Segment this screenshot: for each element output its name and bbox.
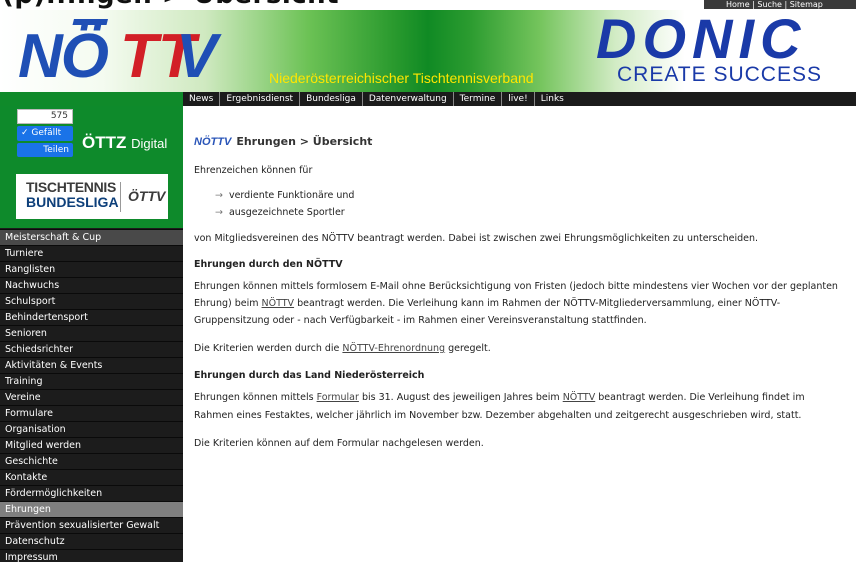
nottv-logo[interactable]: NÖ TT V — [16, 19, 226, 83]
arrow-icon: → — [215, 190, 223, 201]
paragraph-3: Die Kriterien werden durch die NÖTTV-Ehr… — [194, 340, 491, 357]
bundesliga-banner-line1: TISCHTENNIS — [26, 179, 117, 195]
sidebar-item-vereine[interactable]: Vereine — [0, 389, 183, 405]
sidebar-item-schulsport[interactable]: Schulsport — [0, 293, 183, 309]
main-content: NÖTTV Ehrungen > Übersicht Ehrenzeichen … — [194, 106, 856, 562]
nav-item-termine[interactable]: Termine — [454, 92, 503, 106]
ehrenordnung-link[interactable]: NÖTTV-Ehrenordnung — [342, 343, 445, 354]
list-item: → verdiente Funktionäre und — [215, 190, 354, 201]
ottz-digital-label: Digital — [131, 136, 168, 151]
bundesliga-banner-divider — [120, 182, 121, 212]
sidebar-item-training[interactable]: Training — [0, 373, 183, 389]
sidebar-menu: Meisterschaft & Cup Turniere Ranglisten … — [0, 229, 183, 562]
sidebar-item-praevention[interactable]: Prävention sexualisierter Gewalt — [0, 517, 183, 533]
header-banner: NÖ TT V Niederösterreichischer Tischtenn… — [0, 10, 856, 92]
paragraph-1: von Mitgliedsvereinen des NÖTTV beantrag… — [194, 233, 759, 244]
tischtennis-bundesliga-banner[interactable]: TISCHTENNIS BUNDESLIGA ÖTTV — [16, 174, 168, 219]
sidebar-item-nachwuchs[interactable]: Nachwuchs — [0, 277, 183, 293]
sidebar-item-impressum[interactable]: Impressum — [0, 549, 183, 562]
sidebar-item-aktivitaeten[interactable]: Aktivitäten & Events — [0, 357, 183, 373]
ottz-label: ÖTTZ — [82, 133, 127, 152]
nav-left-block — [0, 92, 183, 106]
nav-list: News Ergebnisdienst Bundesliga Datenverw… — [183, 92, 570, 106]
noettv-link[interactable]: NÖTTV — [563, 392, 596, 403]
sidebar-item-geschichte[interactable]: Geschichte — [0, 453, 183, 469]
title-logo: NÖTTV — [194, 136, 232, 148]
oettv-mini-logo: ÖTTV — [128, 188, 166, 204]
sidebar-item-kontakte[interactable]: Kontakte — [0, 469, 183, 485]
federation-subtitle: Niederösterreichischer Tischtennisverban… — [269, 70, 534, 86]
sidebar-item-formulare[interactable]: Formulare — [0, 405, 183, 421]
intro-text: Ehrenzeichen können für — [194, 165, 313, 176]
page-title-text: Ehrungen > Übersicht — [236, 135, 373, 148]
arrow-icon: → — [215, 207, 223, 218]
site-heading: (p)...ngen > Übersicht — [2, 0, 339, 10]
paragraph-2-line-3: Gruppensitzung oder - nach Verfügbarkeit… — [194, 315, 647, 326]
formular-link[interactable]: Formular — [317, 392, 359, 403]
paragraph-2-text-b: beantragt werden. Die Verleihung kann im… — [294, 298, 781, 309]
paragraph-2-text-a: Ehrung) beim — [194, 298, 262, 309]
sidebar-item-mitglied-werden[interactable]: Mitglied werden — [0, 437, 183, 453]
nav-item-datenverwaltung[interactable]: Datenverwaltung — [363, 92, 454, 106]
nav-item-links[interactable]: Links — [535, 92, 570, 106]
svg-text:V: V — [176, 22, 222, 83]
heading-ehrungen-noettv: Ehrungen durch den NÖTTV — [194, 259, 343, 270]
paragraph-3-text-b: geregelt. — [445, 343, 491, 354]
facebook-share-button[interactable]: Teilen — [17, 143, 73, 157]
list-item-text: verdiente Funktionäre und — [228, 190, 355, 201]
list-item: → ausgezeichnete Sportler — [215, 207, 345, 218]
sidebar-item-ehrungen[interactable]: Ehrungen — [0, 501, 183, 517]
paragraph-4-text-c: beantragt werden. Die Verleihung findet … — [595, 392, 805, 403]
paragraph-4-text-a: Ehrungen können mittels — [194, 392, 317, 403]
ottz-digital-link[interactable]: ÖTTZ Digital — [82, 133, 167, 153]
paragraph-3-text-a: Die Kriterien werden durch die — [194, 343, 343, 354]
paragraph-2-line-1: Ehrungen können mittels formlosem E-Mail… — [194, 281, 838, 292]
top-strip: (p)...ngen > Übersicht Home | Suche | Si… — [0, 0, 856, 10]
nav-item-news[interactable]: News — [183, 92, 221, 106]
facebook-like-button[interactable]: ✓ Gefällt — [17, 126, 73, 141]
sidebar-item-organisation[interactable]: Organisation — [0, 421, 183, 437]
paragraph-4-line-1: Ehrungen können mittels Formular bis 31.… — [194, 389, 805, 406]
sidebar: 575 ✓ Gefällt Teilen ÖTTZ Digital TISCHT… — [0, 106, 183, 562]
sidebar-promo-panel: 575 ✓ Gefällt Teilen ÖTTZ Digital TISCHT… — [0, 106, 183, 228]
paragraph-4-text-b: bis 31. August des jeweiligen Jahres bei… — [358, 392, 563, 403]
paragraph-4-line-2: Rahmen eines Festaktes, welcher jährlich… — [194, 410, 802, 421]
main-nav: News Ergebnisdienst Bundesliga Datenverw… — [0, 92, 856, 106]
sidebar-item-turniere[interactable]: Turniere — [0, 245, 183, 261]
facebook-like-count: 575 — [17, 109, 73, 124]
donic-slogan: CREATE SUCCESS — [617, 63, 822, 86]
list-item-text: ausgezeichnete Sportler — [228, 207, 345, 218]
top-links[interactable]: Home | Suche | Sitemap — [704, 0, 856, 9]
nav-item-ergebnisdienst[interactable]: Ergebnisdienst — [220, 92, 301, 106]
noettv-link[interactable]: NÖTTV — [262, 298, 295, 309]
sidebar-item-ranglisten[interactable]: Ranglisten — [0, 261, 183, 277]
sidebar-item-senioren[interactable]: Senioren — [0, 325, 183, 341]
nav-item-live[interactable]: live! — [502, 92, 535, 106]
sidebar-item-behindertensport[interactable]: Behindertensport — [0, 309, 183, 325]
nav-item-bundesliga[interactable]: Bundesliga — [300, 92, 363, 106]
bundesliga-banner-line2: BUNDESLIGA — [26, 194, 119, 210]
donic-wordmark: DONIC — [596, 12, 806, 62]
paragraph-2-line-2: Ehrung) beim NÖTTV beantragt werden. Die… — [194, 295, 780, 312]
paragraph-5: Die Kriterien können auf dem Formular na… — [194, 438, 484, 449]
page-title: NÖTTV Ehrungen > Übersicht — [194, 135, 372, 149]
sidebar-item-foerdermoeglichkeiten[interactable]: Fördermöglichkeiten — [0, 485, 183, 501]
heading-ehrungen-land: Ehrungen durch das Land Niederösterreich — [194, 370, 425, 381]
sidebar-item-meisterschaft[interactable]: Meisterschaft & Cup — [0, 229, 183, 245]
sidebar-item-datenschutz[interactable]: Datenschutz — [0, 533, 183, 549]
donic-logo[interactable]: DONIC — [592, 12, 854, 62]
sidebar-item-schiedsrichter[interactable]: Schiedsrichter — [0, 341, 183, 357]
svg-text:NÖ: NÖ — [18, 22, 109, 83]
